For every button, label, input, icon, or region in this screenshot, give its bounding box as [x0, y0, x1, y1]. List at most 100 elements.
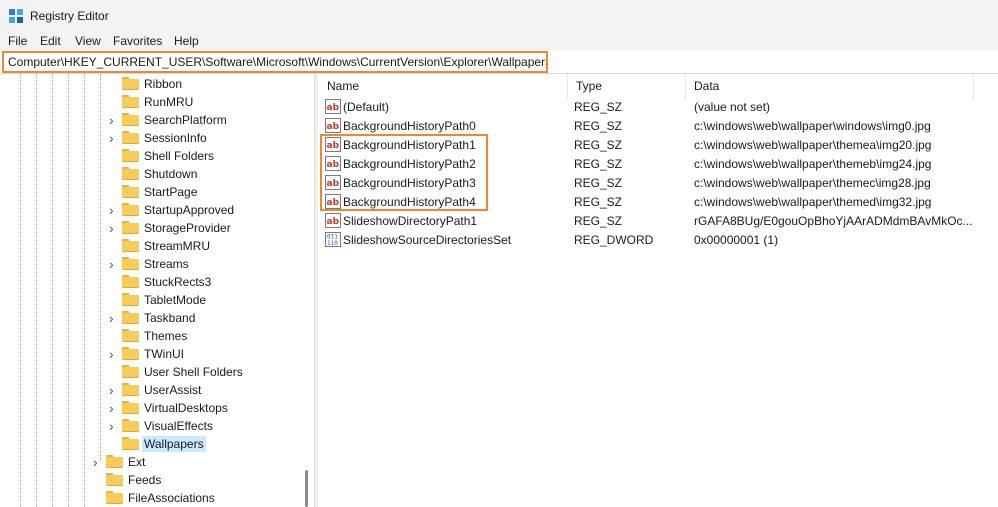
window-title: Registry Editor	[30, 9, 109, 23]
folder-icon	[122, 167, 139, 180]
tree-item[interactable]: › VirtualDesktops	[0, 399, 300, 417]
svg-text:ab: ab	[327, 122, 340, 132]
tree-item[interactable]: › TWinUI	[0, 345, 300, 363]
column-header-type[interactable]: Type	[568, 74, 686, 99]
menu-bar: File Edit View Favorites Help	[0, 32, 998, 50]
chevron-right-icon[interactable]: ›	[109, 419, 119, 433]
menu-edit[interactable]: Edit	[40, 34, 61, 48]
tree-item-label: Shutdown	[144, 167, 198, 181]
svg-text:ab: ab	[327, 160, 340, 170]
pane-splitter[interactable]	[314, 74, 318, 507]
value-data-cell: c:\windows\web\wallpaper\themea\img20.jp…	[694, 138, 932, 152]
folder-icon	[122, 221, 139, 234]
folder-icon	[122, 203, 139, 216]
menu-favorites[interactable]: Favorites	[113, 34, 162, 48]
string-value-icon: ab	[325, 156, 341, 171]
tree-item[interactable]: User Shell Folders	[0, 363, 300, 381]
value-name-cell: BackgroundHistoryPath4	[343, 195, 476, 209]
tree-item-label: User Shell Folders	[144, 365, 243, 379]
tree-item[interactable]: › StorageProvider	[0, 219, 300, 237]
svg-text:ab: ab	[327, 103, 340, 113]
value-row[interactable]: ab BackgroundHistoryPath0 REG_SZ c:\windows…	[319, 117, 974, 135]
menu-help[interactable]: Help	[174, 34, 199, 48]
folder-icon	[122, 257, 139, 270]
tree-item-label: StuckRects3	[144, 275, 212, 289]
tree-item[interactable]: › SessionInfo	[0, 129, 300, 147]
tree-item[interactable]: RunMRU	[0, 93, 300, 111]
folder-icon	[122, 419, 139, 432]
tree-scrollbar[interactable]	[303, 74, 311, 507]
value-row[interactable]: ab SlideshowDirectoryPath1 REG_SZ rGAFA8BUg…	[319, 212, 974, 230]
chevron-right-icon[interactable]: ›	[93, 455, 103, 469]
tree-item[interactable]: StartPage	[0, 183, 300, 201]
column-header-data[interactable]: Data	[686, 74, 974, 99]
chevron-right-icon[interactable]: ›	[109, 401, 119, 415]
value-row[interactable]: ab (Default) REG_SZ (value not set)	[319, 98, 974, 116]
tree-item[interactable]: › Taskband	[0, 309, 300, 327]
folder-icon	[122, 383, 139, 396]
tree-item-label: Ext	[128, 455, 146, 469]
tree-item-label: TabletMode	[144, 293, 207, 307]
folder-icon	[106, 455, 123, 468]
tree-item[interactable]: Ribbon	[0, 75, 300, 93]
folder-icon	[122, 329, 139, 342]
tree-item[interactable]: Themes	[0, 327, 300, 345]
tree-item-label: Taskband	[144, 311, 196, 325]
chevron-right-icon[interactable]: ›	[109, 257, 119, 271]
string-value-icon: ab	[325, 175, 341, 190]
folder-icon	[122, 293, 139, 306]
tree-item-label: Themes	[144, 329, 188, 343]
value-name-cell: BackgroundHistoryPath2	[343, 157, 476, 171]
tree-scrollbar-thumb[interactable]	[305, 470, 308, 507]
tree-item[interactable]: Shutdown	[0, 165, 300, 183]
tree-item-label: StartupApproved	[144, 203, 235, 217]
tree-item[interactable]: Feeds	[0, 471, 300, 489]
chevron-right-icon[interactable]: ›	[109, 203, 119, 217]
tree-item[interactable]: › Streams	[0, 255, 300, 273]
value-data-cell: c:\windows\web\wallpaper\themeb\img24.jp…	[694, 157, 932, 171]
tree-item[interactable]: › Ext	[0, 453, 300, 471]
tree-item[interactable]: › SearchPlatform	[0, 111, 300, 129]
tree-item[interactable]: StuckRects3	[0, 273, 300, 291]
chevron-right-icon[interactable]: ›	[109, 221, 119, 235]
svg-text:ab: ab	[327, 141, 340, 151]
value-row[interactable]: ab BackgroundHistoryPath4 REG_SZ c:\windows…	[319, 193, 974, 211]
values-list[interactable]: Name Type Data ab (Default) REG_SZ (value n…	[319, 74, 998, 507]
folder-icon	[122, 347, 139, 360]
menu-view[interactable]: View	[75, 34, 101, 48]
value-data-cell: c:\windows\web\wallpaper\windows\img0.jp…	[694, 119, 931, 133]
chevron-right-icon[interactable]: ›	[109, 347, 119, 361]
value-row[interactable]: 011 110 SlideshowSourceDirectoriesSet REG_D…	[319, 231, 974, 249]
tree-item[interactable]: Shell Folders	[0, 147, 300, 165]
chevron-right-icon[interactable]: ›	[109, 311, 119, 325]
folder-icon	[106, 491, 123, 504]
tree-item-label: TWinUI	[144, 347, 184, 361]
menu-file[interactable]: File	[8, 34, 27, 48]
tree-item-label: RunMRU	[144, 95, 194, 109]
folder-icon	[122, 149, 139, 162]
tree-item[interactable]: StreamMRU	[0, 237, 300, 255]
value-row[interactable]: ab BackgroundHistoryPath2 REG_SZ c:\windows…	[319, 155, 974, 173]
column-header-name[interactable]: Name	[319, 74, 568, 99]
title-bar: Registry Editor	[0, 0, 998, 32]
folder-icon	[122, 113, 139, 126]
tree-item[interactable]: › StartupApproved	[0, 201, 300, 219]
chevron-right-icon[interactable]: ›	[109, 113, 119, 127]
chevron-right-icon[interactable]: ›	[109, 383, 119, 397]
value-row[interactable]: ab BackgroundHistoryPath1 REG_SZ c:\windows…	[319, 136, 974, 154]
value-data-cell: c:\windows\web\wallpaper\themed\img32.jp…	[694, 195, 932, 209]
value-type-cell: REG_SZ	[574, 176, 623, 190]
tree-item[interactable]: › VisualEffects	[0, 417, 300, 435]
chevron-right-icon[interactable]: ›	[109, 131, 119, 145]
tree-item[interactable]: Wallpapers	[0, 435, 300, 453]
svg-text:110: 110	[327, 240, 338, 247]
tree-item[interactable]: TabletMode	[0, 291, 300, 309]
string-value-icon: ab	[325, 137, 341, 152]
string-value-icon: ab	[325, 118, 341, 133]
address-bar[interactable]: Computer\HKEY_CURRENT_USER\Software\Micr…	[2, 51, 548, 73]
value-row[interactable]: ab BackgroundHistoryPath3 REG_SZ c:\windows…	[319, 174, 974, 192]
folder-icon	[122, 77, 139, 90]
key-tree[interactable]: Ribbon RunMRU › SearchPlatform › SessionInfo S…	[0, 74, 312, 507]
tree-item[interactable]: › UserAssist	[0, 381, 300, 399]
tree-item[interactable]: FileAssociations	[0, 489, 300, 507]
